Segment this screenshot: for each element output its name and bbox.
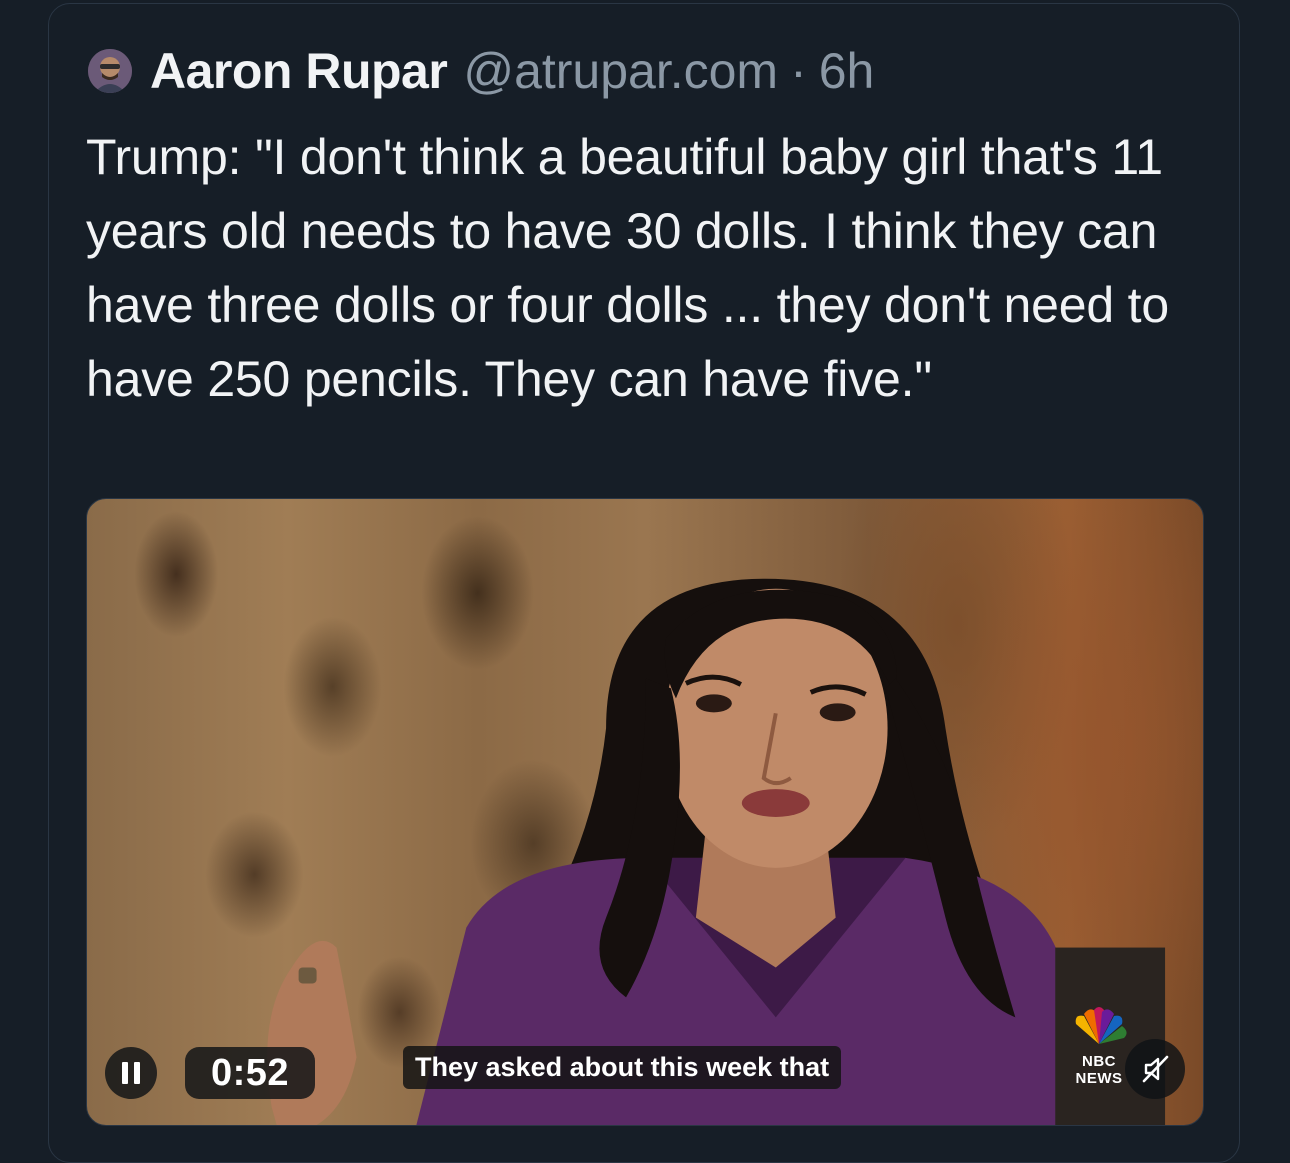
post-text: Trump: "I don't think a beautiful baby g… bbox=[86, 129, 1169, 407]
author-name[interactable]: Aaron Rupar bbox=[150, 42, 448, 100]
video-caption: They asked about this week that bbox=[403, 1046, 842, 1089]
post-header: Aaron Rupar @atrupar.com · 6h bbox=[88, 40, 874, 102]
pause-button[interactable] bbox=[105, 1047, 157, 1099]
meta-separator: · bbox=[790, 43, 807, 99]
video-frame bbox=[267, 578, 1166, 1125]
mute-icon bbox=[1142, 1055, 1169, 1083]
video-elapsed-time: 0:52 bbox=[185, 1047, 315, 1099]
avatar[interactable] bbox=[88, 49, 132, 93]
nbc-peacock-icon bbox=[1075, 1007, 1127, 1044]
video-player[interactable]: 0:52 They asked about this week that NBC… bbox=[86, 498, 1204, 1126]
post-timestamp[interactable]: 6h bbox=[819, 42, 875, 100]
mute-button[interactable] bbox=[1125, 1039, 1185, 1099]
pause-icon bbox=[119, 1062, 143, 1084]
author-handle[interactable]: @atrupar.com bbox=[463, 42, 778, 100]
